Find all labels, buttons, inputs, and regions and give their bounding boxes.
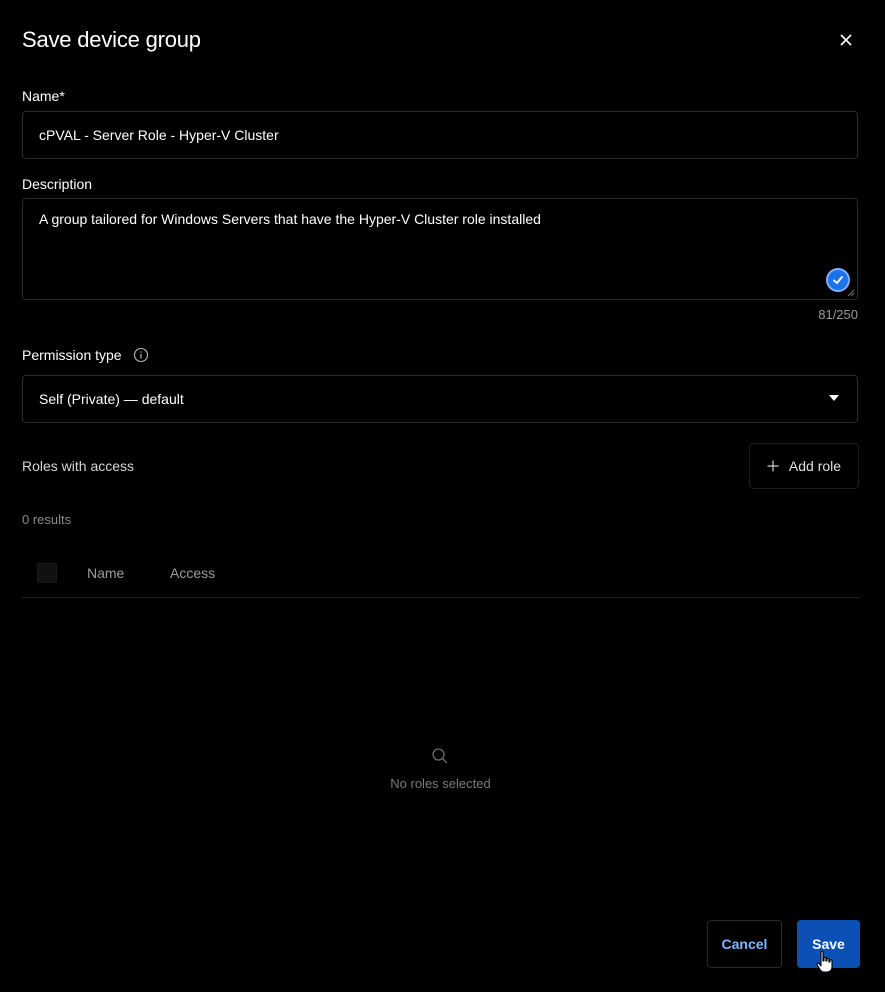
name-input[interactable]: cPVAL - Server Role - Hyper-V Cluster: [22, 111, 858, 159]
resize-grip-icon[interactable]: [847, 289, 855, 297]
search-icon: [432, 748, 448, 764]
empty-state-message: No roles selected: [390, 776, 491, 791]
roles-table-header: Name Access: [22, 548, 860, 598]
results-count: 0 results: [22, 512, 72, 527]
plus-icon: [767, 460, 779, 472]
select-all-checkbox[interactable]: [37, 563, 57, 583]
permission-type-select[interactable]: Self (Private) — default: [22, 375, 858, 423]
check-circle-icon: [826, 268, 850, 292]
cancel-button[interactable]: Cancel: [707, 920, 782, 968]
description-textarea[interactable]: A group tailored for Windows Servers tha…: [22, 198, 858, 300]
save-device-group-dialog: Save device group Name* cPVAL - Server R…: [0, 0, 885, 992]
permission-type-value: Self (Private) — default: [39, 391, 184, 407]
description-label: Description: [22, 176, 93, 192]
column-header-name[interactable]: Name: [87, 565, 124, 581]
column-header-access[interactable]: Access: [170, 565, 215, 581]
add-role-button[interactable]: Add role: [749, 443, 859, 489]
character-counter: 81/250: [818, 307, 858, 322]
info-icon[interactable]: [133, 347, 149, 363]
permission-type-label: Permission type: [22, 347, 122, 363]
description-value: A group tailored for Windows Servers tha…: [39, 211, 541, 227]
name-label: Name*: [22, 88, 65, 104]
close-icon: [840, 34, 852, 46]
hand-pointer-cursor-icon: [816, 950, 833, 973]
dialog-title: Save device group: [22, 27, 201, 52]
add-role-label: Add role: [788, 458, 842, 474]
caret-down-icon: [829, 395, 839, 401]
name-input-value: cPVAL - Server Role - Hyper-V Cluster: [39, 127, 279, 143]
roles-with-access-heading: Roles with access: [22, 458, 135, 474]
close-button[interactable]: [834, 28, 858, 52]
